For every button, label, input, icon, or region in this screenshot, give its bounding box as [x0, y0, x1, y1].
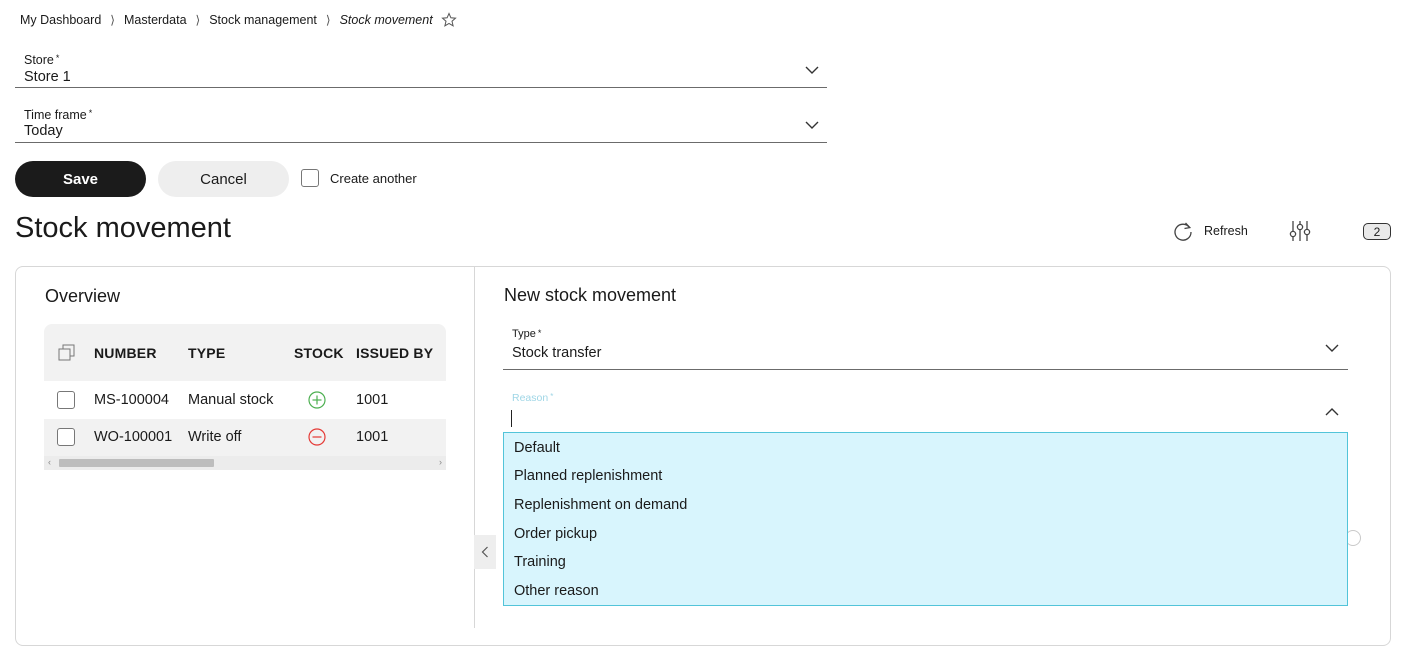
horizontal-scrollbar[interactable]: ‹ ›	[44, 456, 446, 470]
reason-option-training[interactable]: Training	[514, 554, 566, 570]
breadcrumb-item-my-dashboard[interactable]: My Dashboard	[20, 13, 101, 27]
cell-issued-by: 1001	[356, 429, 389, 445]
create-another-checkbox[interactable]	[301, 169, 319, 187]
column-header-stock[interactable]: STOCK	[294, 345, 344, 361]
table-row[interactable]: WO-100001 Write off 1001	[44, 419, 446, 457]
cell-number: MS-100004	[94, 392, 169, 408]
page-title: Stock movement	[15, 212, 231, 244]
cell-issued-by: 1001	[356, 392, 389, 408]
column-header-type[interactable]: TYPE	[188, 345, 225, 361]
sliders-icon[interactable]	[1289, 220, 1311, 242]
chevron-left-icon	[481, 546, 488, 558]
breadcrumb-item-stock-management[interactable]: Stock management	[209, 13, 317, 27]
save-button[interactable]: Save	[15, 161, 146, 197]
type-label: Type *	[512, 328, 542, 340]
type-value: Stock transfer	[512, 345, 602, 361]
copy-icon[interactable]	[58, 344, 76, 362]
reason-option-other-reason[interactable]: Other reason	[514, 583, 599, 599]
cancel-button[interactable]: Cancel	[158, 161, 289, 197]
refresh-button[interactable]: Refresh	[1172, 220, 1248, 242]
breadcrumb-separator: ⟩	[325, 13, 331, 27]
time-frame-select[interactable]: Time frame * Today	[15, 105, 827, 143]
new-stock-movement-title: New stock movement	[504, 285, 677, 305]
reason-dropdown-list: Default Planned replenishment Replenishm…	[503, 432, 1348, 606]
column-header-number[interactable]: NUMBER	[94, 345, 157, 361]
store-value: Store 1	[24, 69, 71, 85]
cell-type: Write off	[188, 429, 242, 445]
column-header-issued-by[interactable]: ISSUED BY	[356, 345, 433, 361]
table-header: NUMBER TYPE STOCK ISSUED BY	[44, 324, 446, 381]
refresh-icon	[1174, 222, 1192, 241]
type-select[interactable]: Type * Stock transfer	[503, 326, 1348, 370]
chevron-up-icon[interactable]	[1325, 407, 1339, 417]
time-frame-value: Today	[24, 123, 63, 139]
reason-select[interactable]: Reason *	[503, 390, 1348, 432]
table-row[interactable]: MS-100004 Manual stock 1001	[44, 381, 446, 419]
plus-circle-icon	[308, 391, 326, 409]
row-checkbox[interactable]	[57, 428, 75, 446]
overview-title: Overview	[45, 286, 121, 306]
reason-option-default[interactable]: Default	[514, 440, 560, 456]
breadcrumb-current: Stock movement	[339, 13, 433, 27]
reason-option-replenishment-on-demand[interactable]: Replenishment on demand	[514, 497, 687, 513]
chevron-down-icon[interactable]	[805, 120, 819, 130]
refresh-label: Refresh	[1204, 224, 1248, 238]
cell-type: Manual stock	[188, 392, 274, 408]
scroll-left-icon[interactable]: ‹	[48, 457, 51, 467]
overview-table: NUMBER TYPE STOCK ISSUED BY MS-100004 Ma…	[44, 324, 446, 470]
breadcrumb: My Dashboard ⟩ Masterdata ⟩ Stock manage…	[20, 10, 457, 30]
collapse-panel-button[interactable]	[474, 535, 496, 569]
minus-circle-icon	[308, 428, 326, 446]
cell-number: WO-100001	[94, 429, 173, 445]
create-another-label: Create another	[330, 171, 417, 186]
reason-option-order-pickup[interactable]: Order pickup	[514, 526, 597, 542]
scrollbar-thumb[interactable]	[59, 459, 214, 467]
breadcrumb-separator: ⟩	[195, 13, 201, 27]
count-badge[interactable]: 2	[1363, 223, 1391, 240]
panel-divider	[474, 267, 475, 628]
scroll-right-icon[interactable]: ›	[439, 457, 442, 467]
time-frame-label: Time frame *	[24, 108, 93, 122]
chevron-down-icon[interactable]	[1325, 343, 1339, 353]
reason-label: Reason *	[512, 392, 554, 404]
star-icon[interactable]	[440, 12, 457, 28]
breadcrumb-separator: ⟩	[110, 13, 115, 27]
store-label: Store *	[24, 53, 60, 67]
text-cursor	[511, 410, 512, 427]
row-checkbox[interactable]	[57, 391, 75, 409]
store-select[interactable]: Store * Store 1	[15, 50, 827, 88]
breadcrumb-item-masterdata[interactable]: Masterdata	[124, 13, 187, 27]
reason-option-planned-replenishment[interactable]: Planned replenishment	[514, 468, 662, 484]
chevron-down-icon[interactable]	[805, 65, 819, 75]
